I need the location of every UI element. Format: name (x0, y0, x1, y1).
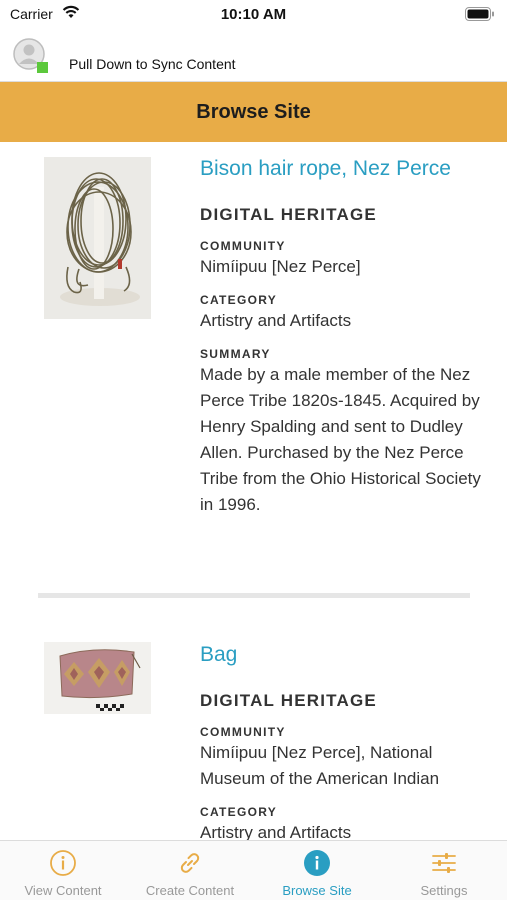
battery-icon (465, 7, 494, 21)
sync-bar[interactable]: Pull Down to Sync Content (0, 30, 507, 82)
tab-view-content[interactable]: View Content (0, 841, 126, 900)
category-value: Artistry and Artifacts (200, 311, 352, 330)
tab-create-content[interactable]: Create Content (127, 841, 253, 900)
tab-browse-site[interactable]: Browse Site (254, 841, 380, 900)
community-value: Nimíipuu [Nez Perce], National Museum of… (200, 743, 440, 788)
item-title[interactable]: Bison hair rope, Nez Perce (200, 156, 490, 182)
community-label: COMMUNITY (200, 725, 286, 739)
section-heading: DIGITAL HERITAGE (200, 691, 377, 710)
browse-header: Browse Site (0, 82, 507, 142)
status-bar: Carrier 10:10 AM (0, 0, 507, 30)
community-value: Nimíipuu [Nez Perce] (200, 257, 361, 276)
tab-label: Settings (420, 883, 468, 898)
tab-label: View Content (24, 883, 102, 898)
page-title: Browse Site (196, 101, 311, 123)
bag-image (44, 642, 151, 714)
summary-label: SUMMARY (200, 347, 271, 361)
section-heading: DIGITAL HERITAGE (200, 205, 377, 224)
community-label: COMMUNITY (200, 239, 286, 253)
tab-bar: View Content Create Content Browse Site (0, 840, 507, 900)
list-item[interactable]: Bag DIGITAL HERITAGE COMMUNITY Nimíipuu … (0, 612, 507, 840)
content-list[interactable]: Bison hair rope, Nez Perce DIGITAL HERIT… (0, 142, 507, 840)
item-divider (38, 593, 470, 598)
category-label: CATEGORY (200, 805, 278, 819)
category-label: CATEGORY (200, 293, 278, 307)
info-filled-icon (304, 850, 330, 876)
item-details: Bag DIGITAL HERITAGE COMMUNITY Nimíipuu … (200, 642, 490, 840)
list-item[interactable]: Bison hair rope, Nez Perce DIGITAL HERIT… (0, 142, 507, 593)
info-circle-icon (50, 850, 76, 876)
item-title[interactable]: Bag (200, 642, 490, 668)
item-thumbnail[interactable] (44, 642, 151, 714)
sliders-icon (432, 853, 456, 873)
clock: 10:10 AM (220, 6, 287, 23)
tab-label: Create Content (145, 883, 235, 898)
item-thumbnail[interactable] (44, 157, 151, 319)
link-icon (180, 853, 200, 873)
tab-settings[interactable]: Settings (381, 841, 507, 900)
category-value: Artistry and Artifacts (200, 823, 352, 840)
tab-label: Browse Site (282, 883, 352, 898)
user-avatar-icon[interactable] (12, 38, 50, 74)
rope-image (44, 157, 151, 319)
summary-value: Made by a male member of the Nez Perce T… (200, 365, 481, 514)
sync-instructions: Pull Down to Sync Content (69, 56, 236, 72)
item-details: Bison hair rope, Nez Perce DIGITAL HERIT… (200, 156, 490, 518)
